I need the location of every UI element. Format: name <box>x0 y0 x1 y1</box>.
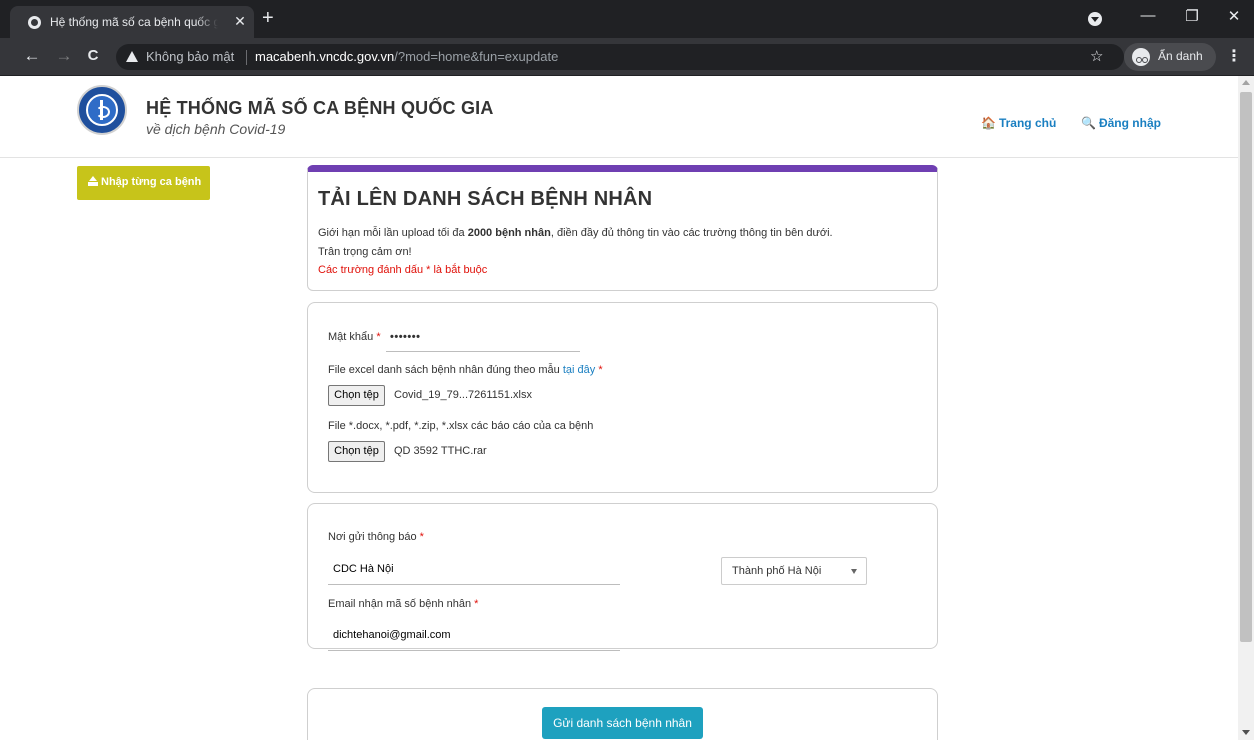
choose-attachment-button[interactable]: Chọn tệp <box>328 441 385 462</box>
browser-tab[interactable]: Hệ thống mã số ca bệnh quốc gia ✕ <box>10 6 254 38</box>
upload-limit-prefix: Giới hạn mỗi lần upload tối đa <box>318 227 468 239</box>
page-viewport: HỆ THỐNG MÃ SỐ CA BỆNH QUỐC GIA về dịch … <box>0 76 1238 740</box>
scrollbar-thumb[interactable] <box>1240 92 1252 642</box>
template-download-link[interactable]: tại đây <box>563 364 595 376</box>
choose-excel-file-button[interactable]: Chọn tệp <box>328 385 385 406</box>
excel-file-label: File excel danh sách bệnh nhân đúng theo… <box>328 364 603 376</box>
scroll-down-icon[interactable] <box>1242 730 1250 735</box>
incognito-label: Ẩn danh <box>1158 49 1203 63</box>
nav-home-label: Trang chủ <box>998 116 1057 130</box>
page-scrollbar[interactable] <box>1238 76 1254 740</box>
tab-close-icon[interactable]: ✕ <box>232 13 248 30</box>
url-path: /?mod=home&fun=exupdate <box>394 49 559 64</box>
nav-home-link[interactable]: 🏠 Trang chủ <box>981 116 1056 130</box>
globe-icon <box>28 16 41 29</box>
reload-button[interactable]: C <box>83 47 103 65</box>
upload-limit-text: Giới hạn mỗi lần upload tối đa 2000 bệnh… <box>318 227 833 239</box>
attachment-label: File *.docx, *.pdf, *.zip, *.xlsx các bá… <box>328 420 594 432</box>
sender-label-text: Nơi gửi thông báo <box>328 531 417 543</box>
required-fields-note: Các trường đánh dấu * là bắt buộc <box>318 264 488 276</box>
password-label-text: Mật khẩu <box>328 331 374 343</box>
attachment-file-name: QD 3592 TTHC.rar <box>394 445 487 457</box>
caduceus-icon <box>86 94 118 126</box>
address-bar[interactable]: Không bảo mật macabenh.vncdc.gov.vn/?mod… <box>116 44 1124 70</box>
city-select-value: Thành phố Hà Nội <box>732 565 822 577</box>
thanks-text: Trân trọng cảm ơn! <box>318 246 412 258</box>
email-label-text: Email nhận mã số bệnh nhân <box>328 598 472 610</box>
email-input[interactable]: dichtehanoi@gmail.com <box>333 629 451 641</box>
incognito-icon <box>1132 48 1150 66</box>
notification-card: Nơi gửi thông báo * CDC Hà Nội Thành phố… <box>307 503 938 651</box>
forward-button[interactable]: → <box>54 47 74 65</box>
city-select[interactable]: Thành phố Hà Nội <box>721 557 867 585</box>
chevron-down-icon <box>851 569 857 574</box>
bookmark-star-icon[interactable]: ☆ <box>1090 47 1103 65</box>
upload-form-card: Mật khẩu * ••••••• File excel danh sách … <box>307 302 938 493</box>
site-subtitle: về dịch bệnh Covid-19 <box>146 121 286 137</box>
nav-login-link[interactable]: 🔍 Đăng nhập <box>1081 116 1161 130</box>
site-title: HỆ THỐNG MÃ SỐ CA BỆNH QUỐC GIA <box>146 98 494 118</box>
scroll-up-icon[interactable] <box>1242 80 1250 85</box>
close-window-button[interactable]: ✕ <box>1222 7 1246 25</box>
warning-icon[interactable] <box>126 51 138 62</box>
import-single-case-label: Nhập từng ca bệnh <box>101 176 202 188</box>
tab-title: Hệ thống mã số ca bệnh quốc gia <box>50 15 218 29</box>
omnibox-divider <box>246 50 247 65</box>
password-label: Mật khẩu * <box>328 331 381 343</box>
security-label[interactable]: Không bảo mật <box>146 49 234 64</box>
home-icon: 🏠 <box>981 116 996 130</box>
url-host: macabenh.vncdc.gov.vn <box>255 49 395 64</box>
profile-menu-icon[interactable] <box>1088 12 1102 26</box>
sender-label: Nơi gửi thông báo * <box>328 531 424 543</box>
sender-input[interactable]: CDC Hà Nội <box>333 563 394 575</box>
upload-limit-suffix: , điền đầy đủ thông tin vào các trường t… <box>550 227 833 239</box>
upload-icon <box>88 176 98 186</box>
key-icon: 🔍 <box>1081 116 1096 130</box>
required-mark: * <box>419 531 424 543</box>
submit-patient-list-button[interactable]: Gửi danh sách bệnh nhân <box>542 707 703 739</box>
required-mark: * <box>474 598 479 610</box>
excel-file-label-text: File excel danh sách bệnh nhân đúng theo… <box>328 364 560 376</box>
new-tab-button[interactable]: + <box>262 8 274 28</box>
password-input[interactable]: ••••••• <box>390 331 420 343</box>
minimize-button[interactable]: — <box>1136 7 1160 24</box>
import-single-case-button[interactable]: Nhập từng ca bệnh <box>77 166 210 200</box>
nav-login-label: Đăng nhập <box>1098 116 1161 130</box>
upload-limit-bold: 2000 bệnh nhân <box>467 227 551 239</box>
sender-input-underline <box>328 584 620 585</box>
excel-file-name: Covid_19_79...7261151.xlsx <box>394 389 533 401</box>
incognito-badge[interactable]: Ẩn danh <box>1124 43 1216 71</box>
browser-toolbar: ← → C Không bảo mật macabenh.vncdc.gov.v… <box>0 38 1254 76</box>
required-mark: * <box>376 331 381 343</box>
ministry-logo[interactable] <box>77 85 127 135</box>
url-text[interactable]: macabenh.vncdc.gov.vn/?mod=home&fun=exup… <box>255 49 558 64</box>
site-header: HỆ THỐNG MÃ SỐ CA BỆNH QUỐC GIA về dịch … <box>0 76 1238 158</box>
upload-intro-card: TẢI LÊN DANH SÁCH BỆNH NHÂN Giới hạn mỗi… <box>307 165 938 291</box>
email-label: Email nhận mã số bệnh nhân * <box>328 598 478 610</box>
email-input-underline <box>328 650 620 651</box>
browser-tab-bar: Hệ thống mã số ca bệnh quốc gia ✕ + — ❐ … <box>0 0 1254 38</box>
password-input-underline <box>386 351 580 352</box>
browser-menu-icon[interactable]: ⋮ <box>1226 46 1242 66</box>
submit-card: Gửi danh sách bệnh nhân <box>307 688 938 740</box>
required-mark: * <box>598 364 603 376</box>
back-button[interactable]: ← <box>22 47 42 65</box>
page-title: TẢI LÊN DANH SÁCH BỆNH NHÂN <box>318 188 653 210</box>
restore-button[interactable]: ❐ <box>1180 7 1204 25</box>
